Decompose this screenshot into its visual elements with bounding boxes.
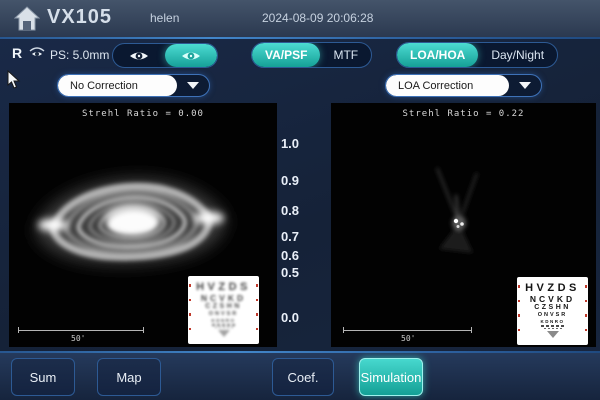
va-scale-value: 0.5 (276, 265, 304, 280)
angular-scale-bar (343, 330, 472, 331)
va-scale-value: 1.0 (276, 136, 304, 151)
tab-loa-hoa[interactable]: LOA/HOA (397, 43, 478, 67)
angular-scale-label: 50' (71, 334, 85, 343)
angular-scale-label: 50' (401, 334, 415, 343)
app-title: VX105 (47, 6, 112, 29)
user-name: helen (150, 11, 179, 25)
tab-va-psf[interactable]: VA/PSF (252, 43, 320, 67)
eye-chart-row: HVZDS (191, 281, 256, 294)
coef-button[interactable]: Coef. (272, 358, 334, 396)
left-correction-dropdown[interactable]: No Correction (57, 74, 210, 97)
psf-point-image (399, 143, 519, 283)
mouse-cursor-icon (7, 70, 21, 90)
angular-scale-bar (18, 330, 144, 331)
simulation-button[interactable]: Simulation (359, 358, 423, 396)
va-scale-value: 0.7 (276, 229, 304, 244)
dropdown-arrow-icon[interactable] (177, 75, 209, 96)
eye-chart-row: CZSHN (520, 304, 585, 312)
psf-panel-loa-correction: Strehl Ratio = 0.22 50' HVZDS NCVKD CZS (331, 103, 596, 347)
eye-side-label: R (12, 45, 22, 61)
right-correction-value: LOA Correction (386, 75, 509, 96)
timestamp: 2024-08-09 20:06:28 (262, 11, 373, 25)
right-correction-dropdown[interactable]: LOA Correction (385, 74, 542, 97)
strehl-ratio-label: Strehl Ratio = 0.22 (331, 109, 596, 119)
app-window: VX105 helen 2024-08-09 20:06:28 R PS: 5.… (0, 0, 600, 400)
left-eye-button[interactable] (113, 44, 165, 67)
eye-chart-row: CZSHN (191, 303, 256, 311)
eye-chart-card: HVZDS NCVKD CZSHN ONVSR KDNRO (188, 276, 259, 344)
tab-mtf[interactable]: MTF (320, 43, 371, 67)
sum-button[interactable]: Sum (11, 358, 75, 396)
eye-chart-row: KDNRO (520, 319, 585, 324)
eye-chart-card: HVZDS NCVKD CZSHN ONVSR KDNRO (517, 277, 588, 345)
aberration-mode-tabs: LOA/HOA Day/Night (396, 42, 558, 68)
eye-icon (128, 49, 150, 63)
left-correction-value: No Correction (58, 75, 177, 96)
eye-chart-triangle (218, 330, 230, 337)
va-scale-value: 0.8 (276, 203, 304, 218)
psf-panel-no-correction: Strehl Ratio = 0.00 (9, 103, 277, 347)
home-icon[interactable] (14, 6, 40, 31)
right-eye-button[interactable] (165, 44, 217, 67)
display-mode-tabs: VA/PSF MTF (251, 42, 372, 68)
eye-chart-row: NCVKD (520, 295, 585, 305)
eye-side-icon (28, 46, 46, 60)
va-scale-value: 0.0 (276, 310, 304, 325)
eye-chart-row: HVZDS (520, 282, 585, 295)
pupil-size-label: PS: 5.0mm (50, 48, 109, 62)
eye-chart-triangle (547, 331, 559, 338)
top-divider-line (0, 37, 600, 39)
eye-icon (180, 49, 202, 63)
tab-day-night[interactable]: Day/Night (478, 43, 557, 67)
bottom-bar: Sum Map Coef. Simulation (0, 353, 600, 400)
va-scale-value: 0.6 (276, 248, 304, 263)
dropdown-arrow-icon[interactable] (509, 75, 541, 96)
eye-select-toggle (112, 43, 218, 68)
eye-chart-row: NCVKD (191, 294, 256, 304)
top-bar: VX105 helen 2024-08-09 20:06:28 (0, 0, 600, 37)
strehl-ratio-label: Strehl Ratio = 0.00 (9, 109, 277, 119)
eye-chart-row: KDNRO (191, 318, 256, 323)
va-scale-value: 0.9 (276, 173, 304, 188)
map-button[interactable]: Map (97, 358, 161, 396)
